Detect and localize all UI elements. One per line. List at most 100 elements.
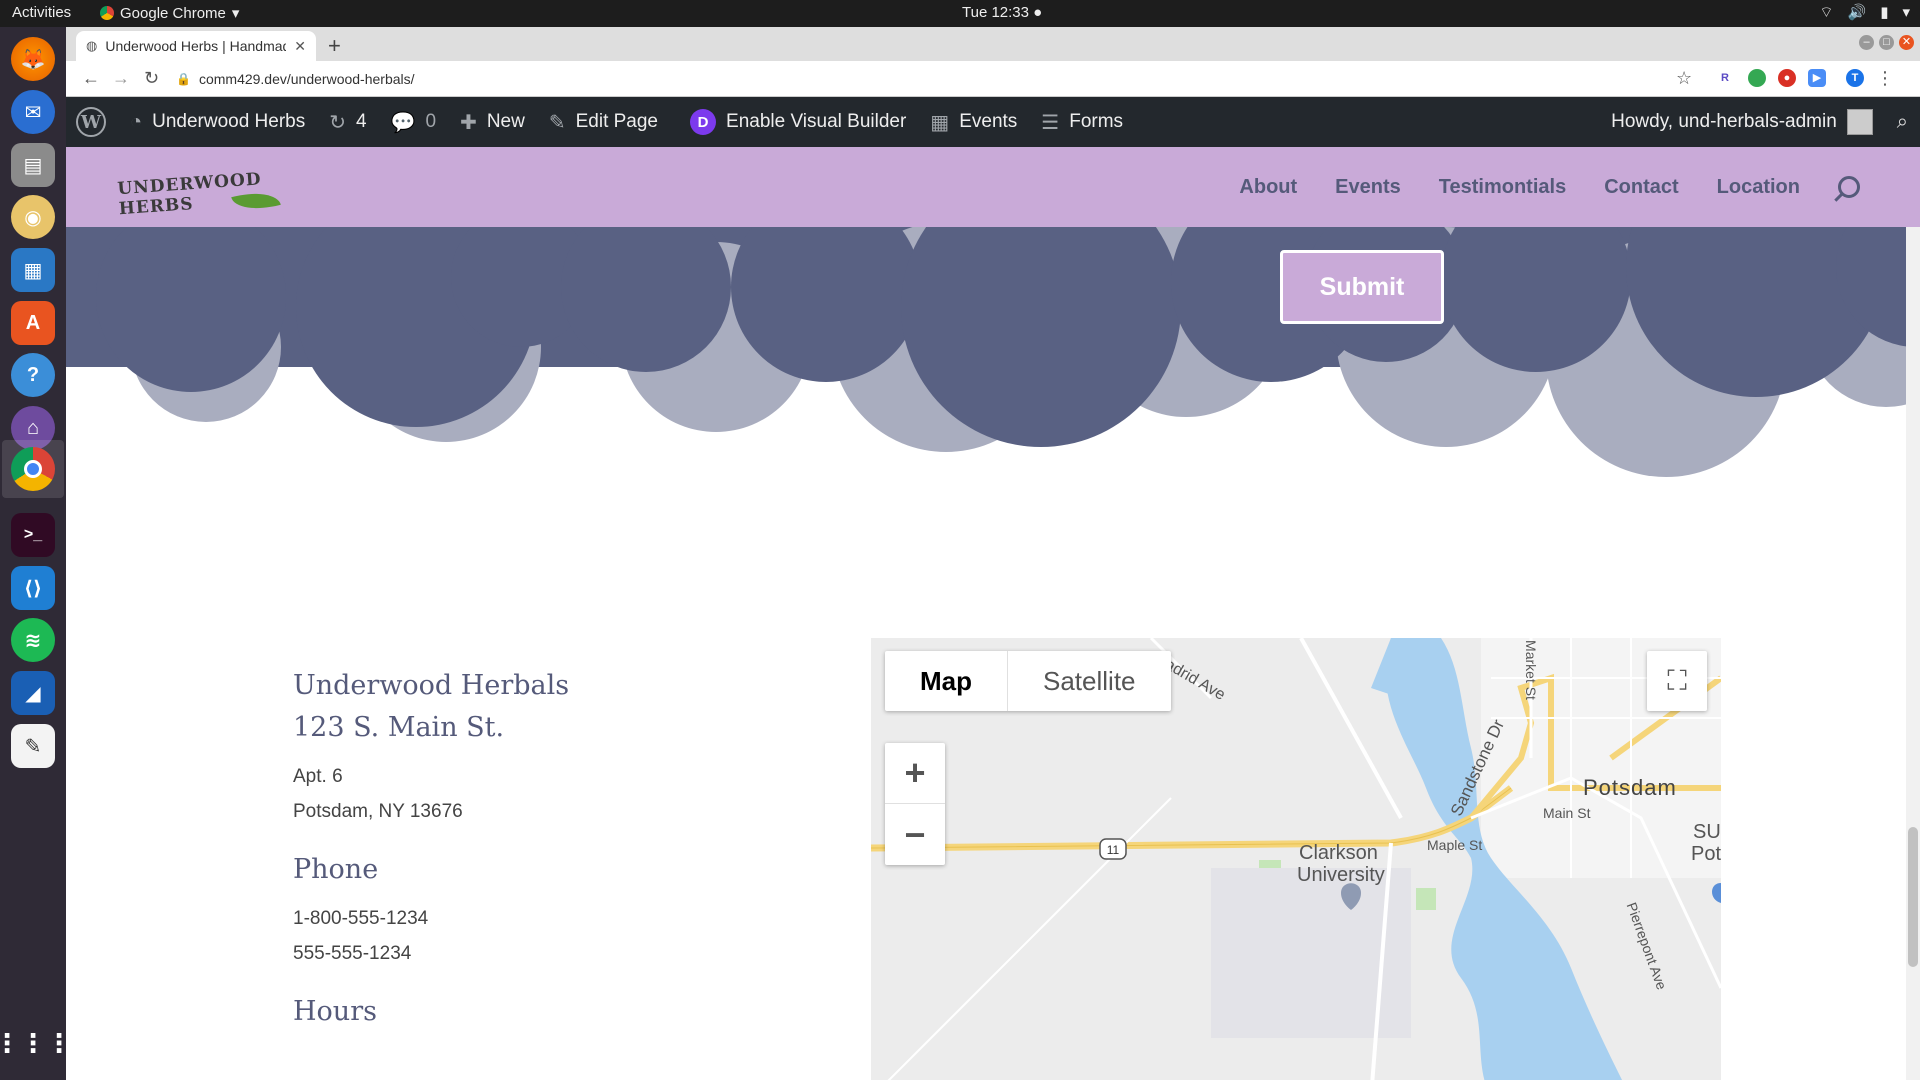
bookmark-star-icon[interactable]: ☆ bbox=[1676, 68, 1692, 89]
wp-edit-page[interactable]: ✎ Edit Page bbox=[537, 97, 670, 147]
browser-tab[interactable]: ◍ Underwood Herbs | Handmade ✕ bbox=[76, 31, 316, 61]
extension-zoom-icon[interactable]: ▶ bbox=[1808, 69, 1826, 87]
wordpress-icon: W bbox=[76, 107, 106, 137]
browser-chrome: ◍ Underwood Herbs | Handmade ✕ + – □ ✕ ←… bbox=[66, 27, 1920, 97]
extension-adblock-icon[interactable]: ● bbox=[1778, 69, 1796, 87]
url-field[interactable]: 🔒 comm429.dev/underwood-herbals/ bbox=[176, 65, 1816, 93]
business-name: Underwood Herbals bbox=[293, 670, 570, 701]
new-label: New bbox=[486, 111, 525, 132]
wp-right-group: Howdy, und-herbals-admin ⌕ bbox=[1599, 97, 1920, 147]
plus-icon: ✚ bbox=[460, 111, 477, 134]
zoom-in-button[interactable]: + bbox=[885, 743, 945, 804]
route-11-shield: 11 bbox=[1107, 843, 1120, 857]
google-map[interactable]: 11 Madrid Ave Market St Sandstone Dr Pot… bbox=[871, 638, 1721, 1080]
comment-icon: 💬 bbox=[390, 111, 416, 134]
map-label-clarkson: Clarkson bbox=[1299, 842, 1378, 864]
wireshark-icon[interactable]: ◢ bbox=[11, 671, 55, 715]
chrome-menu-icon[interactable]: ⋮ bbox=[1876, 68, 1894, 89]
spotify-icon[interactable]: ≋ bbox=[11, 618, 55, 662]
wp-comments[interactable]: 💬 0 bbox=[379, 97, 448, 147]
comments-count: 0 bbox=[425, 111, 437, 132]
apps-grid-icon[interactable]: ⋮⋮⋮ bbox=[0, 1021, 72, 1065]
wp-updates[interactable]: ↻ 4 bbox=[317, 97, 378, 147]
profile-avatar[interactable]: T bbox=[1846, 69, 1864, 87]
back-button[interactable]: ← bbox=[82, 68, 100, 89]
extension-r-icon[interactable]: R bbox=[1716, 69, 1734, 87]
nav-events[interactable]: Events bbox=[1335, 176, 1401, 199]
map-label-main: Main St bbox=[1543, 805, 1591, 821]
zoom-control: + − bbox=[885, 743, 945, 865]
wp-events[interactable]: ▦ Events bbox=[918, 97, 1029, 147]
wifi-icon: ⌔ bbox=[1819, 4, 1834, 21]
howdy-label: Howdy, und-herbals-admin bbox=[1611, 111, 1837, 132]
software-icon[interactable]: A bbox=[11, 301, 55, 345]
nav-testimonials[interactable]: Testimontials bbox=[1439, 176, 1566, 199]
scrollbar-thumb[interactable] bbox=[1908, 827, 1918, 967]
wp-visual-builder[interactable]: D Enable Visual Builder bbox=[670, 97, 918, 147]
apt-line: Apt. 6 bbox=[293, 766, 343, 787]
visual-builder-label: Enable Visual Builder bbox=[726, 111, 907, 132]
extension-green-icon[interactable] bbox=[1748, 69, 1766, 87]
page-scrollbar[interactable] bbox=[1906, 227, 1920, 1080]
wp-logo-button[interactable]: W bbox=[66, 97, 118, 147]
text-editor-icon[interactable]: ✎ bbox=[11, 724, 55, 768]
maximize-button[interactable]: □ bbox=[1879, 35, 1894, 50]
battery-icon: ▮ bbox=[1880, 4, 1889, 21]
wp-account[interactable]: Howdy, und-herbals-admin bbox=[1599, 97, 1885, 147]
reload-button[interactable]: ↻ bbox=[144, 68, 159, 89]
firefox-icon[interactable]: 🦊 bbox=[11, 37, 55, 81]
street-address: 123 S. Main St. bbox=[293, 712, 505, 743]
close-window-button[interactable]: ✕ bbox=[1899, 35, 1914, 50]
city-line: Potsdam, NY 13676 bbox=[293, 801, 463, 822]
files-icon[interactable]: ▤ bbox=[11, 143, 55, 187]
nav-contact[interactable]: Contact bbox=[1604, 176, 1678, 199]
calendar-icon: ▦ bbox=[930, 111, 950, 134]
map-label-pots: Pots bbox=[1691, 843, 1721, 865]
nav-about[interactable]: About bbox=[1239, 176, 1297, 199]
chevron-down-icon: ▾ bbox=[1902, 4, 1910, 21]
minimize-button[interactable]: – bbox=[1859, 35, 1874, 50]
writer-icon[interactable]: ▦ bbox=[11, 248, 55, 292]
new-tab-button[interactable]: + bbox=[328, 33, 341, 59]
nav-location[interactable]: Location bbox=[1717, 176, 1800, 199]
wp-search[interactable]: ⌕ bbox=[1885, 97, 1920, 147]
chrome-small-icon bbox=[100, 6, 114, 20]
map-type-satellite-button[interactable]: Satellite bbox=[1008, 651, 1171, 711]
app-menu[interactable]: Google Chrome ▾ bbox=[100, 4, 239, 22]
wp-forms[interactable]: ☰ Forms bbox=[1029, 97, 1135, 147]
search-icon[interactable] bbox=[1838, 176, 1860, 198]
phone-1[interactable]: 1-800-555-1234 bbox=[293, 901, 893, 936]
system-tray[interactable]: ⌔ 🔊 ▮ ▾ bbox=[1819, 3, 1910, 22]
form-section: Submit bbox=[66, 227, 1920, 587]
help-icon[interactable]: ? bbox=[11, 353, 55, 397]
fullscreen-button[interactable]: ⛶ bbox=[1647, 651, 1707, 711]
cloud-divider bbox=[66, 227, 1920, 477]
vscode-icon[interactable]: ⟨⟩ bbox=[11, 566, 55, 610]
chrome-icon[interactable] bbox=[11, 447, 55, 491]
phone-2[interactable]: 555-555-1234 bbox=[293, 936, 893, 971]
map-label-potsdam: Potsdam bbox=[1583, 775, 1677, 800]
rhythmbox-icon[interactable]: ◉ bbox=[11, 195, 55, 239]
clock[interactable]: Tue 12:33 ● bbox=[962, 4, 1042, 21]
site-logo[interactable]: UNDERWOOD HERBS bbox=[117, 165, 298, 219]
edit-label: Edit Page bbox=[575, 111, 659, 132]
thunderbird-icon[interactable]: ✉ bbox=[11, 90, 55, 134]
dock: 🦊 ✉ ▤ ◉ ▦ A ? ⌂ >_ ⟨⟩ ≋ ◢ ✎ ⋮⋮⋮ bbox=[0, 27, 72, 1080]
map-label-su: SU bbox=[1693, 821, 1721, 843]
logo-text: UNDERWOOD HERBS bbox=[116, 169, 263, 220]
search-icon: ⌕ bbox=[1896, 110, 1908, 133]
avatar bbox=[1846, 109, 1873, 135]
zoom-out-button[interactable]: − bbox=[885, 804, 945, 865]
close-icon[interactable]: ✕ bbox=[294, 38, 306, 55]
map-type-map-button[interactable]: Map bbox=[885, 651, 1008, 711]
address-bar: ← → ↻ 🔒 comm429.dev/underwood-herbals/ ☆… bbox=[66, 61, 1920, 97]
app-menu-label: Google Chrome bbox=[120, 4, 226, 22]
terminal-icon[interactable]: >_ bbox=[11, 513, 55, 557]
wp-new[interactable]: ✚ New bbox=[448, 97, 537, 147]
forward-button[interactable]: → bbox=[112, 68, 130, 89]
activities-button[interactable]: Activities bbox=[12, 4, 71, 21]
map-label-university: University bbox=[1297, 864, 1385, 886]
dashboard-icon: ◔ bbox=[130, 110, 143, 133]
submit-button[interactable]: Submit bbox=[1280, 250, 1444, 324]
wp-site-name[interactable]: ◔ Underwood Herbs bbox=[118, 97, 317, 147]
